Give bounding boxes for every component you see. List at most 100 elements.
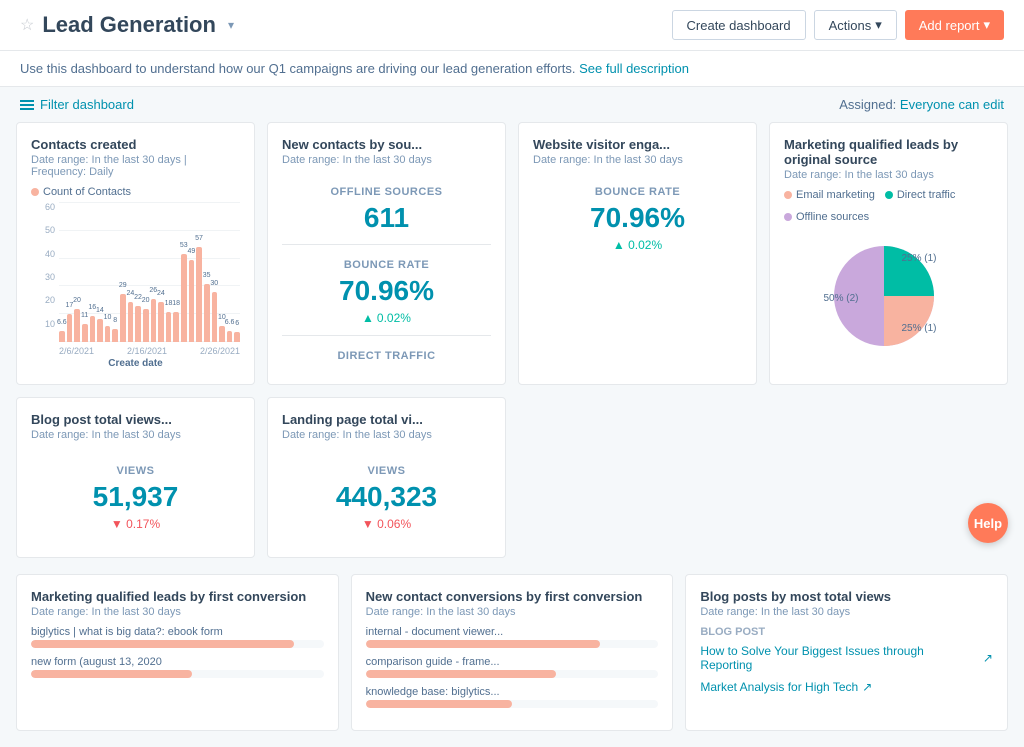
bar: 26 xyxy=(151,299,157,342)
bar: 16 xyxy=(90,316,96,342)
list-item: How to Solve Your Biggest Issues through… xyxy=(700,644,993,672)
y-axis: 60 50 40 30 20 10 xyxy=(31,202,55,342)
svg-text:25% (1): 25% (1) xyxy=(901,323,936,334)
new-contact-title: New contact conversions by first convers… xyxy=(366,589,659,604)
list-item: comparison guide - frame... xyxy=(366,656,659,678)
header-actions: Create dashboard Actions ▾ Add report ▾ xyxy=(672,10,1004,40)
list-item: internal - document viewer... xyxy=(366,626,659,648)
blog-col-label: BLOG POST xyxy=(700,626,993,638)
bar: 11 xyxy=(82,324,88,342)
bar: 18 xyxy=(173,312,179,342)
hbar-label: comparison guide - frame... xyxy=(366,656,659,668)
legend-item-contacts: Count of Contacts xyxy=(31,186,131,198)
actions-button[interactable]: Actions ▾ xyxy=(814,10,897,40)
assigned-section: Assigned: Everyone can edit xyxy=(839,97,1004,112)
mql-conversion-title: Marketing qualified leads by first conve… xyxy=(31,589,324,604)
hamburger-icon xyxy=(20,100,34,110)
new-contact-conversions-card: New contact conversions by first convers… xyxy=(351,574,674,731)
new-contacts-card: New contacts by sou... Date range: In th… xyxy=(267,122,506,385)
landing-views-change: ▼ 0.06% xyxy=(282,517,491,531)
pie-chart-container: 25% (1) 25% (1) 50% (2) xyxy=(784,231,993,361)
website-bounce-value: 70.96% xyxy=(533,202,742,234)
external-link-icon: ↗ xyxy=(983,651,993,665)
bar: 20 xyxy=(143,309,149,342)
help-button[interactable]: Help xyxy=(968,503,1008,543)
legend-dot-direct xyxy=(885,191,893,199)
blog-most-views-subtitle: Date range: In the last 30 days xyxy=(700,606,993,618)
filter-bar: Filter dashboard Assigned: Everyone can … xyxy=(0,87,1024,122)
bars-container: 6.61720111614108292422202624181853495735… xyxy=(59,202,240,342)
bar-chart: 60 50 40 30 20 10 6.617201116141082924 xyxy=(31,202,240,362)
svg-text:25% (1): 25% (1) xyxy=(901,253,936,264)
list-item: knowledge base: biglytics... xyxy=(366,686,659,708)
mql-original-subtitle: Date range: In the last 30 days xyxy=(784,169,993,181)
create-dashboard-button[interactable]: Create dashboard xyxy=(672,10,806,40)
header-left: ☆ Lead Generation ▾ xyxy=(20,12,234,38)
list-item: Market Analysis for High Tech ↗ xyxy=(700,680,993,694)
legend-dot-offline xyxy=(784,213,792,221)
title-dropdown-icon[interactable]: ▾ xyxy=(228,18,234,32)
landing-page-card: Landing page total vi... Date range: In … xyxy=(267,397,506,558)
bar: 10 xyxy=(105,326,111,342)
blog-link-1[interactable]: How to Solve Your Biggest Issues through… xyxy=(700,644,993,672)
bar: 29 xyxy=(120,294,126,342)
actions-dropdown-icon: ▾ xyxy=(875,17,882,33)
landing-views-label: VIEWS xyxy=(282,465,491,477)
contacts-legend: Count of Contacts xyxy=(31,186,240,198)
bar: 6 xyxy=(234,332,240,342)
star-icon[interactable]: ☆ xyxy=(20,15,34,35)
add-report-button[interactable]: Add report ▾ xyxy=(905,10,1004,40)
blog-views-label: VIEWS xyxy=(31,465,240,477)
up-arrow-icon: ▲ xyxy=(362,311,374,325)
bar: 6.6 xyxy=(227,331,233,342)
chart-wrapper: 60 50 40 30 20 10 6.617201116141082924 xyxy=(31,202,240,369)
bar: 35 xyxy=(204,284,210,342)
new-contact-hbars: internal - document viewer... comparison… xyxy=(366,626,659,708)
bar: 57 xyxy=(196,247,202,342)
new-contacts-title: New contacts by sou... xyxy=(282,137,491,152)
list-item: biglytics | what is big data?: ebook for… xyxy=(31,626,324,648)
page-title: Lead Generation xyxy=(42,12,216,38)
new-contacts-subtitle: Date range: In the last 30 days xyxy=(282,154,491,166)
landing-views-value: 440,323 xyxy=(282,481,491,513)
legend-dot-email xyxy=(784,191,792,199)
pie-chart-svg: 25% (1) 25% (1) 50% (2) xyxy=(819,231,959,361)
bar: 20 xyxy=(74,309,80,342)
blog-views-subtitle: Date range: In the last 30 days xyxy=(31,429,240,441)
website-visitor-card: Website visitor enga... Date range: In t… xyxy=(518,122,757,385)
assigned-value-link[interactable]: Everyone can edit xyxy=(900,97,1004,112)
bar: 17 xyxy=(67,314,73,342)
hbar-label: internal - document viewer... xyxy=(366,626,659,638)
svg-text:50% (2): 50% (2) xyxy=(823,293,858,304)
website-visitor-title: Website visitor enga... xyxy=(533,137,742,152)
contacts-created-subtitle: Date range: In the last 30 days | Freque… xyxy=(31,154,240,178)
mql-conversion-card: Marketing qualified leads by first conve… xyxy=(16,574,339,731)
bar: 49 xyxy=(189,260,195,342)
bar: 14 xyxy=(97,319,103,342)
dashboard-grid: Contacts created Date range: In the last… xyxy=(0,122,1024,574)
legend-dot-contacts xyxy=(31,188,39,196)
mql-conversion-subtitle: Date range: In the last 30 days xyxy=(31,606,324,618)
landing-page-subtitle: Date range: In the last 30 days xyxy=(282,429,491,441)
bounce-rate-label: BOUNCE RATE xyxy=(282,255,491,271)
bar: 30 xyxy=(212,292,218,342)
legend-email: Email marketing xyxy=(784,189,875,201)
blog-views-title: Blog post total views... xyxy=(31,412,240,427)
bar: 6.6 xyxy=(59,331,65,342)
bounce-rate-value: 70.96% xyxy=(282,275,491,307)
sub-header: Use this dashboard to understand how our… xyxy=(0,51,1024,87)
website-visitor-subtitle: Date range: In the last 30 days xyxy=(533,154,742,166)
offline-sources-label: OFFLINE SOURCES xyxy=(282,186,491,198)
direct-traffic-label: DIRECT TRAFFIC xyxy=(282,346,491,362)
legend-direct: Direct traffic xyxy=(885,189,955,201)
see-full-description-link[interactable]: See full description xyxy=(579,61,689,76)
list-item: new form (august 13, 2020 xyxy=(31,656,324,678)
filter-dashboard-button[interactable]: Filter dashboard xyxy=(20,97,134,112)
description-text: Use this dashboard to understand how our… xyxy=(20,61,575,76)
mql-legend: Email marketing Direct traffic Offline s… xyxy=(784,189,993,223)
bounce-change: ▲ 0.02% xyxy=(282,311,491,325)
blog-views-change: ▼ 0.17% xyxy=(31,517,240,531)
mql-original-card: Marketing qualified leads by original so… xyxy=(769,122,1008,385)
blog-link-2[interactable]: Market Analysis for High Tech ↗ xyxy=(700,680,993,694)
legend-offline: Offline sources xyxy=(784,211,869,223)
